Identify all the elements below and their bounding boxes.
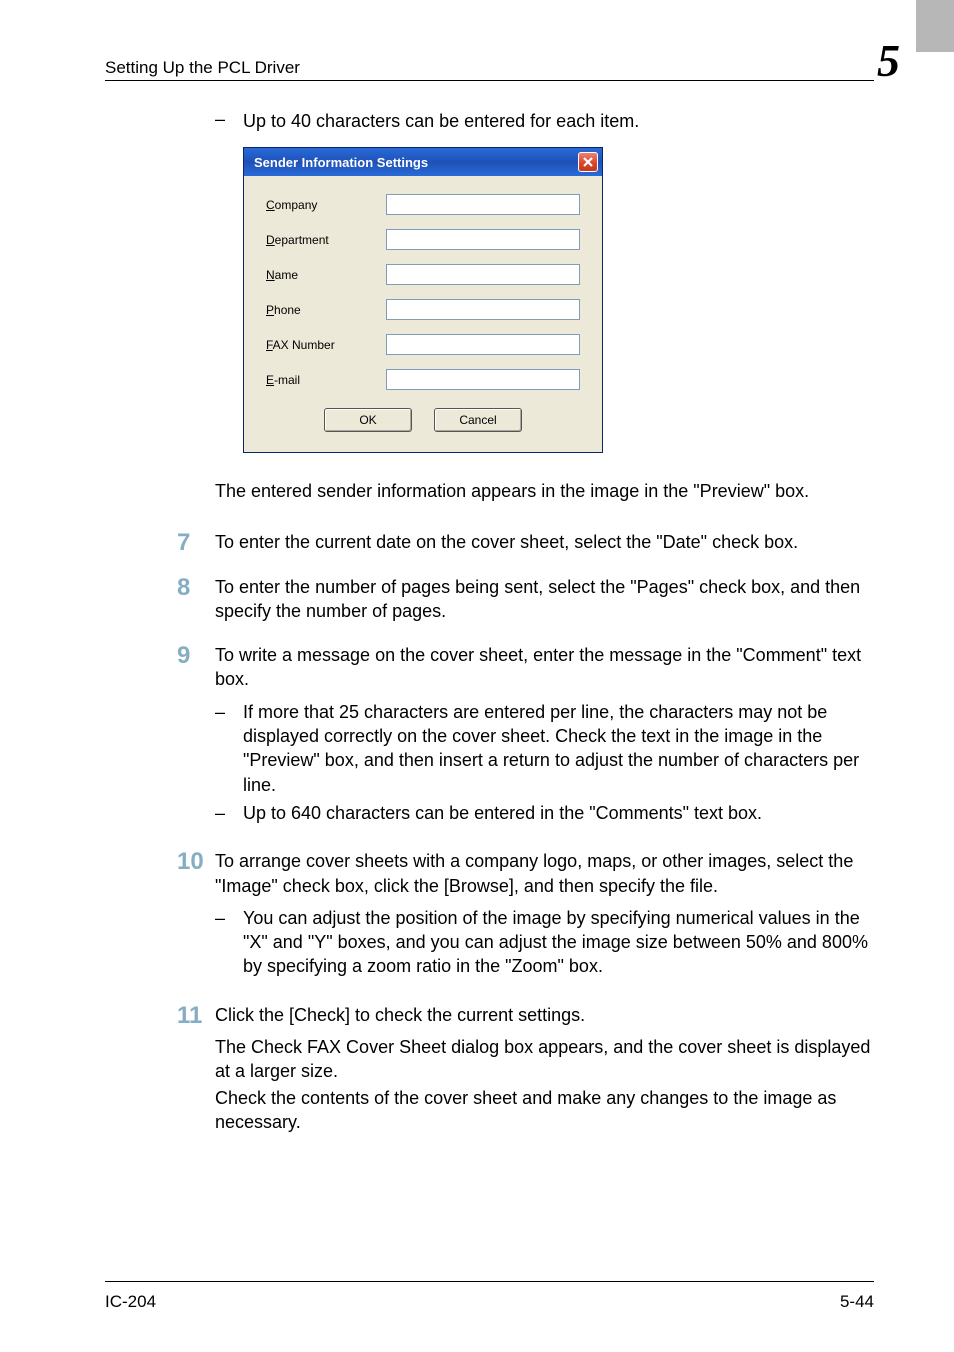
step-9-bullet-2: – Up to 640 characters can be entered in… [215,801,874,825]
company-input[interactable] [386,194,580,215]
footer-left: IC-204 [105,1292,156,1312]
step-10-bullet-1-text: You can adjust the position of the image… [243,906,874,979]
department-input[interactable] [386,229,580,250]
step-9-bullet-1: – If more that 25 characters are entered… [215,700,874,797]
step-9-body: To write a message on the cover sheet, e… [215,643,874,829]
ok-button[interactable]: OK [324,408,412,432]
step-8-text: To enter the number of pages being sent,… [215,575,874,624]
step-9-number: 9 [177,643,215,829]
company-row: Company [266,194,580,215]
bullet-dash-icon: – [215,906,243,979]
step-8: 8 To enter the number of pages being sen… [215,575,874,624]
step-9-bullet-1-text: If more that 25 characters are entered p… [243,700,874,797]
step-10: 10 To arrange cover sheets with a compan… [215,849,874,982]
step-10-number: 10 [177,849,215,982]
fax-label: FAX Number [266,338,386,352]
intro-bullet: – Up to 40 characters can be entered for… [215,109,874,133]
footer-right: 5-44 [840,1292,874,1312]
sender-info-dialog: Sender Information Settings Company Depa… [243,147,603,453]
bullet-dash-icon: – [215,109,243,133]
name-label: Name [266,268,386,282]
step-7-text: To enter the current date on the cover s… [215,530,874,555]
bullet-dash-icon: – [215,700,243,797]
phone-row: Phone [266,299,580,320]
intro-bullet-text: Up to 40 characters can be entered for e… [243,109,639,133]
name-row: Name [266,264,580,285]
step-9-bullet-2-text: Up to 640 characters can be entered in t… [243,801,762,825]
fax-row: FAX Number [266,334,580,355]
step-7: 7 To enter the current date on the cover… [215,530,874,555]
fax-input[interactable] [386,334,580,355]
email-label: E-mail [266,373,386,387]
name-input[interactable] [386,264,580,285]
phone-label: Phone [266,303,386,317]
step-10-body: To arrange cover sheets with a company l… [215,849,874,982]
company-label: Company [266,198,386,212]
step-10-text: To arrange cover sheets with a company l… [215,851,853,895]
dialog-body: Company Department Name Phone FAX Number [244,176,602,452]
close-button[interactable] [578,152,598,172]
bullet-dash-icon: – [215,801,243,825]
step-10-bullet-1: – You can adjust the position of the ima… [215,906,874,979]
department-label: Department [266,233,386,247]
step-11-number: 11 [177,1003,215,1134]
step-8-number: 8 [177,575,215,624]
chapter-indicator: 5 [842,38,890,78]
step-11-text: Click the [Check] to check the current s… [215,1005,585,1025]
chapter-tab [916,0,954,52]
page-footer: IC-204 5-44 [105,1281,874,1312]
cancel-button[interactable]: Cancel [434,408,522,432]
dialog-title: Sender Information Settings [254,155,428,170]
chapter-number: 5 [877,38,900,84]
step-9: 9 To write a message on the cover sheet,… [215,643,874,829]
step-7-number: 7 [177,530,215,555]
step-11: 11 Click the [Check] to check the curren… [215,1003,874,1134]
dialog-titlebar: Sender Information Settings [244,148,602,176]
after-dialog-paragraph: The entered sender information appears i… [215,479,874,503]
page-header: Setting Up the PCL Driver 5 [105,38,874,81]
close-icon [583,157,593,167]
step-11-body: Click the [Check] to check the current s… [215,1003,874,1134]
dialog-button-row: OK Cancel [266,408,580,432]
phone-input[interactable] [386,299,580,320]
email-row: E-mail [266,369,580,390]
step-11-follow-2: Check the contents of the cover sheet an… [215,1086,874,1135]
header-title: Setting Up the PCL Driver [105,58,300,78]
step-11-follow-1: The Check FAX Cover Sheet dialog box app… [215,1035,874,1084]
email-input[interactable] [386,369,580,390]
department-row: Department [266,229,580,250]
step-9-text: To write a message on the cover sheet, e… [215,645,861,689]
